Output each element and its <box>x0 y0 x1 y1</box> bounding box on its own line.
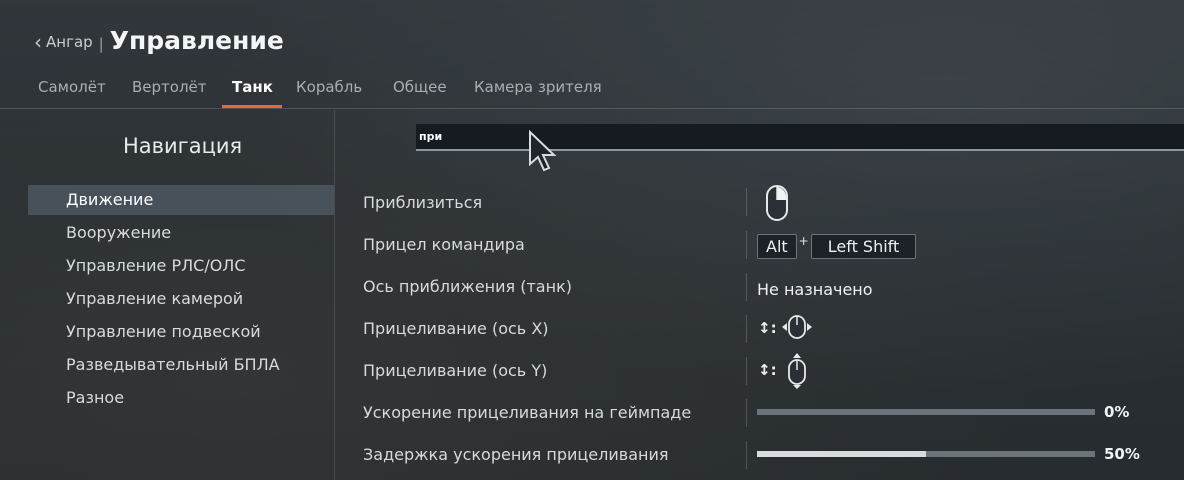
control-label-zoom-axis[interactable]: Ось приближения (танк) <box>363 277 572 296</box>
row-separator <box>746 357 747 385</box>
control-label-commander-sight[interactable]: Прицел командира <box>363 235 525 254</box>
header-separator: | <box>98 35 104 53</box>
axis-indicator: ↕: <box>758 361 777 379</box>
slider-value: 0% <box>1104 403 1130 421</box>
tab-aircraft[interactable]: Самолёт <box>38 78 106 96</box>
tab-helicopter[interactable]: Вертолёт <box>132 78 207 96</box>
row-separator <box>746 188 747 216</box>
navigation-panel: Навигация Движение Вооружение Управление… <box>0 110 335 480</box>
slider-value: 50% <box>1104 445 1140 463</box>
control-label-aim-y[interactable]: Прицеливание (ось Y) <box>363 361 547 380</box>
nav-item-misc[interactable]: Разное <box>28 383 334 413</box>
row-separator <box>746 441 747 469</box>
nav-item-weapons[interactable]: Вооружение <box>28 218 334 248</box>
row-separator <box>746 273 747 301</box>
back-label: Ангар <box>46 33 93 51</box>
tab-tank[interactable]: Танк <box>232 78 273 96</box>
tab-spectator-camera[interactable]: Камера зрителя <box>474 78 602 96</box>
mouse-horizontal-axis-icon[interactable] <box>780 314 814 340</box>
nav-item-movement[interactable]: Движение <box>28 185 334 215</box>
page-title: Управление <box>109 26 284 55</box>
back-button[interactable]: ‹ Ангар <box>34 32 93 52</box>
binding-value-unassigned[interactable]: Не назначено <box>757 280 873 299</box>
mouse-vertical-axis-icon[interactable] <box>785 352 809 390</box>
plus-sign: + <box>798 234 809 248</box>
tab-ship[interactable]: Корабль <box>296 78 362 96</box>
control-label-aim-x[interactable]: Прицеливание (ось X) <box>363 319 549 338</box>
mouse-pointer-icon <box>529 130 557 172</box>
axis-indicator: ↕: <box>758 319 777 337</box>
control-label-gamepad-aim-acceleration[interactable]: Ускорение прицеливания на геймпаде <box>363 403 691 422</box>
acceleration-delay-slider[interactable] <box>757 451 1095 457</box>
row-separator <box>746 315 747 343</box>
nav-title: Навигация <box>123 134 243 158</box>
nav-item-uav[interactable]: Разведывательный БПЛА <box>28 350 334 380</box>
tab-bar: Самолёт Вертолёт Танк Корабль Общее Каме… <box>0 76 1184 109</box>
key-alt: Alt <box>757 234 797 259</box>
slider-fill <box>757 451 926 457</box>
gamepad-acceleration-slider[interactable] <box>757 409 1095 415</box>
control-label-zoom-in[interactable]: Приблизиться <box>363 193 482 212</box>
active-tab-indicator <box>222 105 282 108</box>
control-label-aim-acceleration-delay[interactable]: Задержка ускорения прицеливания <box>363 445 668 464</box>
row-separator <box>746 231 747 259</box>
key-combo[interactable]: Alt + Left Shift <box>757 234 917 259</box>
row-separator <box>746 399 747 427</box>
chevron-left-icon: ‹ <box>34 30 42 54</box>
nav-item-suspension[interactable]: Управление подвеской <box>28 317 334 347</box>
nav-item-camera[interactable]: Управление камерой <box>28 284 334 314</box>
nav-item-radar[interactable]: Управление РЛС/ОЛС <box>28 251 334 281</box>
key-left-shift: Left Shift <box>810 234 917 259</box>
mouse-right-button-icon[interactable] <box>764 184 790 222</box>
tab-common[interactable]: Общее <box>393 78 447 96</box>
page-header: ‹ Ангар | Управление <box>34 26 284 55</box>
